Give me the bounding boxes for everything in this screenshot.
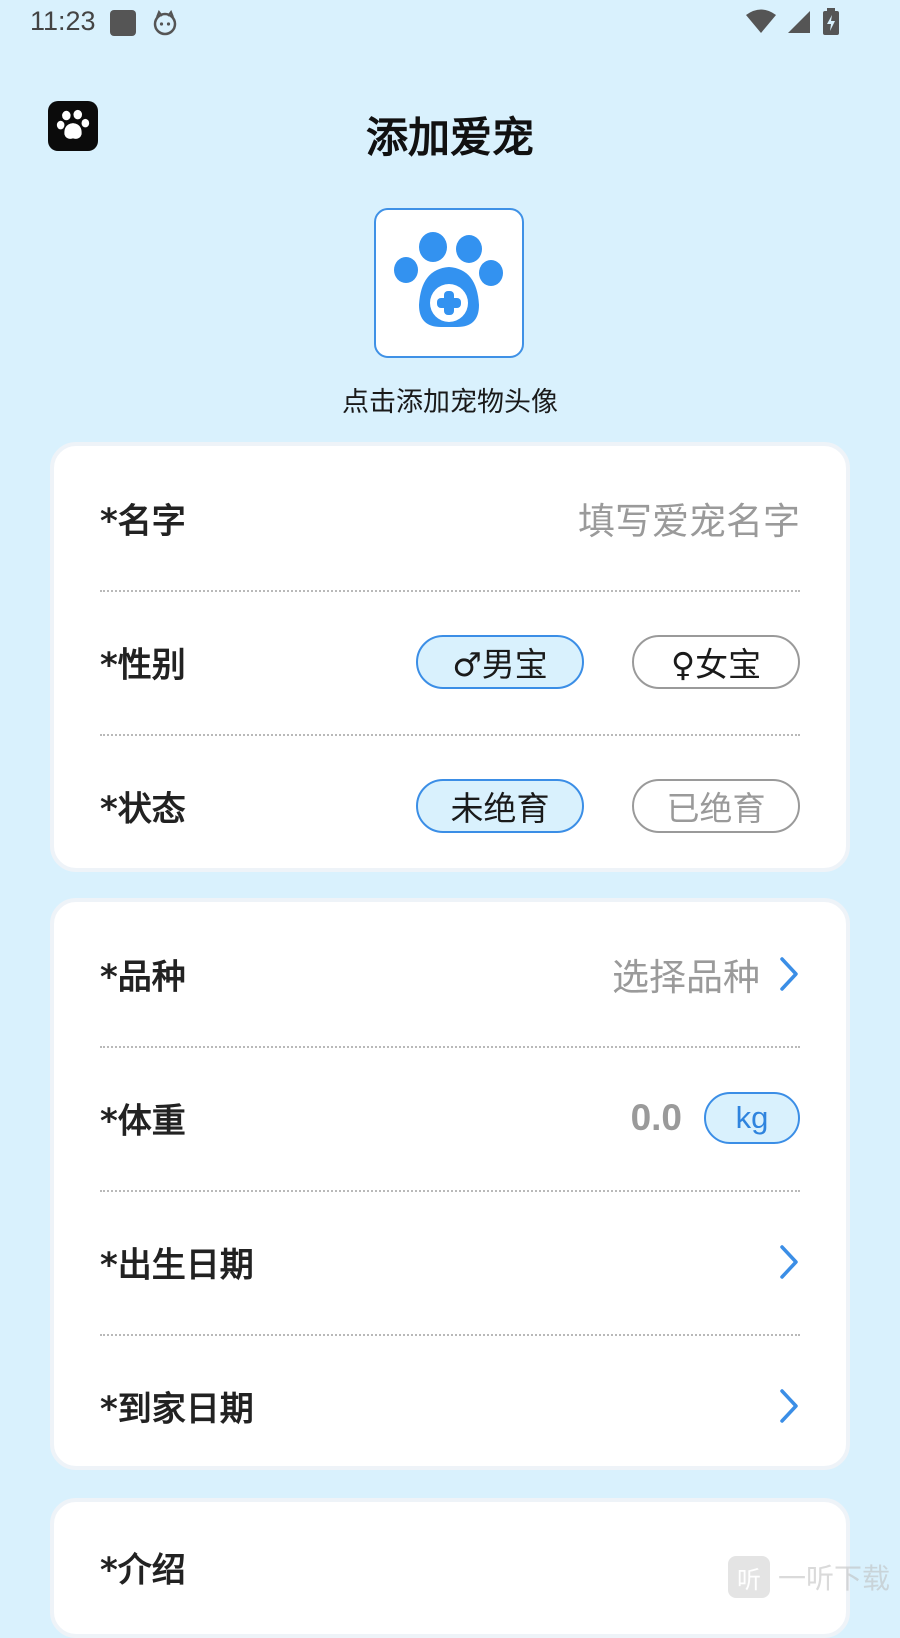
add-avatar-button[interactable] bbox=[374, 208, 524, 358]
chevron-right-icon bbox=[780, 1389, 798, 1423]
header: 添加爱宠 bbox=[0, 90, 900, 166]
breed-label: *品种 bbox=[100, 957, 186, 998]
detail-info-card: *品种 选择品种 *体重 0.0 kg *出生日期 *到家日期 bbox=[50, 898, 850, 1470]
cat-notification-icon bbox=[153, 10, 177, 36]
weight-label: *体重 bbox=[100, 1101, 186, 1142]
name-input[interactable]: 填写爱宠名字 bbox=[578, 491, 800, 545]
home-date-row[interactable]: *到家日期 bbox=[100, 1334, 800, 1478]
gender-male-option[interactable]: ♂男宝 bbox=[416, 635, 584, 689]
home-date-label: *到家日期 bbox=[100, 1389, 254, 1430]
watermark: 听 一听下载 bbox=[727, 1556, 890, 1598]
page-title: 添加爱宠 bbox=[365, 113, 534, 162]
weight-row: *体重 0.0 kg bbox=[100, 1046, 800, 1192]
status-unneutered-option[interactable]: 未绝育 bbox=[416, 779, 584, 833]
status-bar: 11:23 bbox=[0, 0, 900, 48]
signal-icon bbox=[788, 11, 810, 33]
gender-label: *性别 bbox=[100, 645, 186, 686]
gender-row: *性别 ♂男宝 ♀女宝 bbox=[100, 590, 800, 736]
status-icons bbox=[746, 8, 840, 36]
basic-info-card: *名字 填写爱宠名字 *性别 ♂男宝 ♀女宝 *状态 未绝育 已绝育 bbox=[50, 442, 850, 872]
watermark-text: 一听下载 bbox=[777, 1562, 890, 1595]
birth-date-label: *出生日期 bbox=[100, 1245, 254, 1286]
status-label: *状态 bbox=[100, 789, 186, 830]
chevron-right-icon bbox=[780, 1245, 798, 1279]
intro-label: *介绍 bbox=[100, 1550, 186, 1591]
notification-square-icon bbox=[110, 10, 136, 36]
status-time: 11:23 bbox=[30, 6, 96, 36]
breed-placeholder: 选择品种 bbox=[612, 956, 760, 999]
status-neutered-option[interactable]: 已绝育 bbox=[632, 779, 800, 833]
weight-input[interactable]: 0.0 bbox=[631, 1097, 682, 1139]
chevron-right-icon bbox=[780, 957, 798, 991]
avatar-caption: 点击添加宠物头像 bbox=[342, 387, 558, 418]
watermark-logo-icon: 听 bbox=[727, 1556, 770, 1598]
weight-unit-button[interactable]: kg bbox=[704, 1092, 800, 1144]
name-row[interactable]: *名字 填写爱宠名字 bbox=[100, 446, 800, 592]
paw-plus-icon bbox=[394, 232, 503, 327]
birth-date-row[interactable]: *出生日期 bbox=[100, 1190, 800, 1336]
battery-icon bbox=[823, 8, 839, 35]
status-row: *状态 未绝育 已绝育 bbox=[100, 734, 800, 878]
name-label: *名字 bbox=[100, 501, 186, 542]
breed-row[interactable]: *品种 选择品种 bbox=[100, 902, 800, 1048]
wifi-icon bbox=[746, 9, 776, 33]
gender-female-option[interactable]: ♀女宝 bbox=[632, 635, 800, 689]
intro-row[interactable]: *介绍 bbox=[100, 1502, 800, 1632]
